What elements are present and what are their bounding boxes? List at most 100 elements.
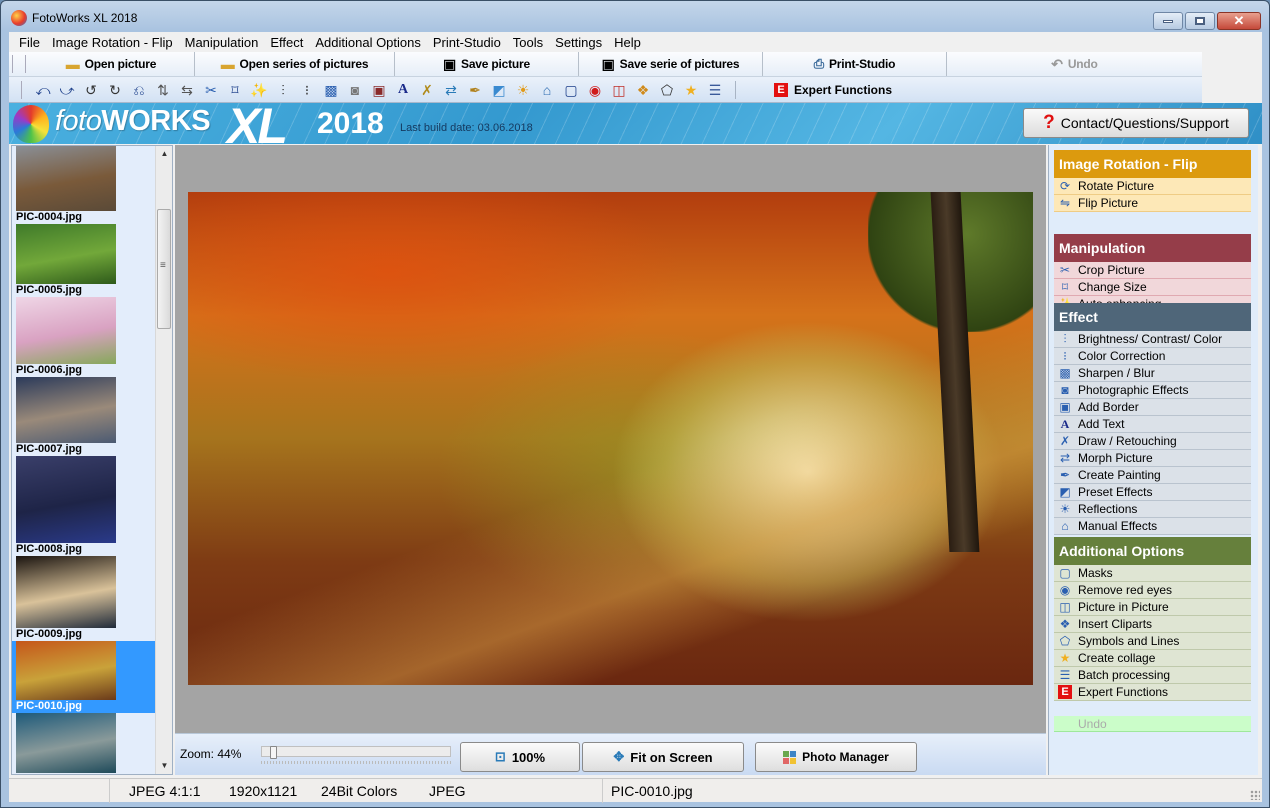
- close-button[interactable]: ✕: [1217, 12, 1261, 30]
- group-header[interactable]: Manipulation: [1054, 234, 1251, 262]
- rotate-free-icon[interactable]: ⎌: [131, 82, 147, 98]
- function-item-color-correction[interactable]: ⁝ Color Correction: [1054, 348, 1251, 365]
- create-painting-icon[interactable]: ✒: [467, 82, 483, 98]
- thumbnail-item[interactable]: PIC-0007.jpg: [12, 377, 155, 456]
- scroll-down-arrow-icon[interactable]: ▼: [156, 758, 172, 774]
- function-item-rotate-picture[interactable]: ⟳ Rotate Picture: [1054, 178, 1251, 195]
- rotate-ccw-icon[interactable]: ↺: [83, 82, 99, 98]
- minimize-button[interactable]: [1153, 12, 1183, 30]
- cliparts-icon[interactable]: ❖: [635, 82, 651, 98]
- scrollbar-thumb[interactable]: [157, 209, 171, 329]
- resize-icon[interactable]: ⌑: [227, 82, 243, 98]
- sharpen-blur-icon[interactable]: ▩: [323, 82, 339, 98]
- menu-image-rotation-flip[interactable]: Image Rotation - Flip: [46, 35, 179, 50]
- function-item-brightness-contrast-color[interactable]: ⫶ Brightness/ Contrast/ Color: [1054, 331, 1251, 348]
- rotate-left-icon[interactable]: ⤺: [35, 82, 51, 98]
- batch-processing-icon[interactable]: ☰: [707, 82, 723, 98]
- function-item-draw-retouching[interactable]: ✗ Draw / Retouching: [1054, 433, 1251, 450]
- function-item-masks[interactable]: ▢ Masks: [1054, 565, 1251, 582]
- zoom-slider[interactable]: [261, 746, 451, 759]
- menu-print-studio[interactable]: Print-Studio: [427, 35, 507, 50]
- function-item-flip-picture[interactable]: ⇋ Flip Picture: [1054, 195, 1251, 212]
- function-item-reflections[interactable]: ☀ Reflections: [1054, 501, 1251, 518]
- side-undo-button[interactable]: Undo: [1054, 716, 1251, 732]
- support-button[interactable]: ? Contact/Questions/Support: [1023, 108, 1249, 138]
- menu-settings[interactable]: Settings: [549, 35, 608, 50]
- function-item-add-border[interactable]: ▣ Add Border: [1054, 399, 1251, 416]
- morph-picture-icon[interactable]: ⇄: [443, 82, 459, 98]
- thumbnail-item[interactable]: PIC-0009.jpg: [12, 556, 155, 641]
- thumbnail-item[interactable]: [12, 713, 155, 773]
- reflections-icon[interactable]: ☀: [515, 82, 531, 98]
- auto-enhance-icon[interactable]: ✨: [250, 82, 267, 98]
- rotate-right-icon[interactable]: ⤻: [59, 82, 75, 98]
- function-item-sharpen-blur[interactable]: ▩ Sharpen / Blur: [1054, 365, 1251, 382]
- group-header[interactable]: Effect: [1054, 303, 1251, 331]
- menu-help[interactable]: Help: [608, 35, 647, 50]
- function-item-expert-functions[interactable]: E Expert Functions: [1054, 684, 1251, 701]
- function-item-add-text[interactable]: A Add Text: [1054, 416, 1251, 433]
- function-item-create-collage[interactable]: ★ Create collage: [1054, 650, 1251, 667]
- group-header[interactable]: Additional Options: [1054, 537, 1251, 565]
- menu-additional-options[interactable]: Additional Options: [309, 35, 427, 50]
- maximize-button[interactable]: [1185, 12, 1215, 30]
- function-item-symbols-and-lines[interactable]: ⬠ Symbols and Lines: [1054, 633, 1251, 650]
- function-item-morph-picture[interactable]: ⇄ Morph Picture: [1054, 450, 1251, 467]
- crop-icon[interactable]: ✂: [203, 82, 219, 98]
- menu-tools[interactable]: Tools: [507, 35, 549, 50]
- thumbnail-item[interactable]: PIC-0004.jpg: [12, 146, 155, 224]
- red-eye-icon[interactable]: ◉: [587, 82, 603, 98]
- preset-effects-icon[interactable]: ◩: [491, 82, 507, 98]
- undo-button[interactable]: ↶ Undo: [947, 52, 1202, 76]
- expert-functions-button[interactable]: E Expert Functions: [774, 82, 892, 97]
- draw-retouch-icon[interactable]: ✗: [419, 82, 435, 98]
- function-item-change-size[interactable]: ⌑ Change Size: [1054, 279, 1251, 296]
- function-item-manual-effects[interactable]: ⌂ Manual Effects: [1054, 518, 1251, 535]
- menu-manipulation[interactable]: Manipulation: [179, 35, 265, 50]
- function-item-batch-processing[interactable]: ☰ Batch processing: [1054, 667, 1251, 684]
- menu-file[interactable]: File: [13, 35, 46, 50]
- main-photo[interactable]: [188, 192, 1033, 685]
- save-series-button[interactable]: ▣ Save serie of pictures: [579, 52, 763, 76]
- toolbar-grip[interactable]: [12, 55, 26, 73]
- fit-on-screen-button[interactable]: ✥ Fit on Screen: [582, 742, 744, 772]
- menu-effect[interactable]: Effect: [264, 35, 309, 50]
- resize-grip[interactable]: [1250, 790, 1260, 800]
- scroll-up-arrow-icon[interactable]: ▲: [156, 146, 172, 162]
- function-item-photographic-effects[interactable]: ◙ Photographic Effects: [1054, 382, 1251, 399]
- open-series-button[interactable]: ▬ Open series of pictures: [195, 52, 395, 76]
- photo-manager-button[interactable]: Photo Manager: [755, 742, 917, 772]
- function-item-crop-picture[interactable]: ✂ Crop Picture: [1054, 262, 1251, 279]
- function-item-insert-cliparts[interactable]: ❖ Insert Cliparts: [1054, 616, 1251, 633]
- manual-effects-icon[interactable]: ⌂: [539, 82, 555, 98]
- masks-icon[interactable]: ▢: [563, 82, 579, 98]
- function-item-create-painting[interactable]: ✒ Create Painting: [1054, 467, 1251, 484]
- photographic-effects-icon[interactable]: ◙: [347, 82, 363, 98]
- group-header[interactable]: Image Rotation - Flip: [1054, 150, 1251, 178]
- function-item-remove-red-eyes[interactable]: ◉ Remove red eyes: [1054, 582, 1251, 599]
- print-studio-button[interactable]: ⎙ Print-Studio: [763, 52, 947, 76]
- picture-in-picture-icon[interactable]: ◫: [611, 82, 627, 98]
- thumbnail-item[interactable]: PIC-0008.jpg: [12, 456, 155, 556]
- function-item-preset-effects[interactable]: ◩ Preset Effects: [1054, 484, 1251, 501]
- thumbnail-scrollbar[interactable]: ▲ ▼: [155, 146, 172, 774]
- add-border-icon[interactable]: ▣: [371, 82, 387, 98]
- zoom-100-button[interactable]: ⊡ 100%: [460, 742, 580, 772]
- zoom-slider-handle[interactable]: [269, 746, 277, 759]
- open-picture-button[interactable]: ▬ Open picture: [28, 52, 195, 76]
- thumbnail-item[interactable]: PIC-0005.jpg: [12, 224, 155, 297]
- flip-vertical-icon[interactable]: ⇅: [155, 82, 171, 98]
- thumbnail-item[interactable]: PIC-0006.jpg: [12, 297, 155, 377]
- save-picture-button[interactable]: ▣ Save picture: [395, 52, 579, 76]
- add-text-icon[interactable]: A: [395, 82, 411, 98]
- rotate-cw-icon[interactable]: ↻: [107, 82, 123, 98]
- thumbnail-caption: PIC-0009.jpg: [16, 628, 83, 640]
- collage-star-icon[interactable]: ★: [683, 82, 699, 98]
- color-correction-icon[interactable]: ⁝: [299, 82, 315, 98]
- toolbar-grip[interactable]: [21, 80, 23, 99]
- thumbnail-item[interactable]: PIC-0010.jpg: [12, 641, 155, 713]
- symbols-lines-icon[interactable]: ⬠: [659, 82, 675, 98]
- brightness-contrast-icon[interactable]: ⫶: [275, 82, 291, 98]
- flip-horizontal-icon[interactable]: ⇆: [179, 82, 195, 98]
- function-item-picture-in-picture[interactable]: ◫ Picture in Picture: [1054, 599, 1251, 616]
